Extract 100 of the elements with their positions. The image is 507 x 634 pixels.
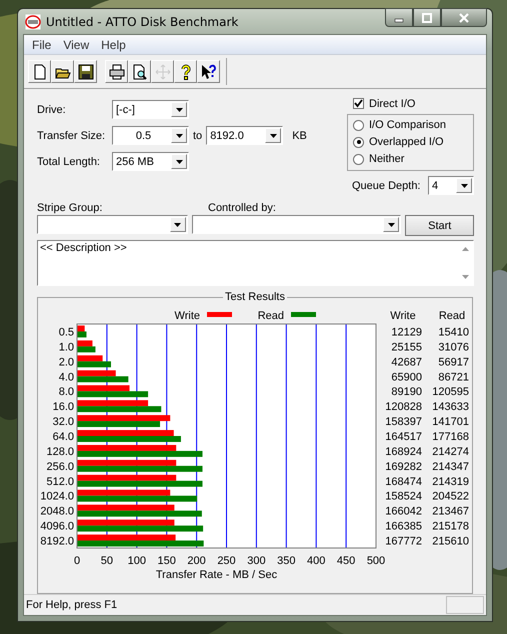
legend-label: Read: [258, 310, 284, 322]
field-label: Transfer Size:: [37, 130, 106, 142]
table-cell: 31076: [438, 341, 469, 354]
tool-open-button[interactable]: [51, 60, 74, 83]
io-mode-radio[interactable]: Neither: [353, 152, 473, 166]
io-mode-radio[interactable]: Overlapped I/O: [353, 135, 473, 149]
tick-label: 300: [247, 555, 266, 567]
axis-label: 128.0: [46, 446, 74, 458]
document-magnifier-icon: [132, 64, 148, 80]
axis-label: 0.5: [58, 326, 74, 338]
table-cell: 215610: [432, 536, 469, 548]
dropdown-arrow-icon[interactable]: [176, 134, 182, 138]
table-cell: 168924: [385, 446, 422, 458]
tool-save-button[interactable]: [74, 60, 97, 83]
drive-dropdown[interactable]: [-c-]: [112, 100, 189, 119]
axis-label: 8192.0: [40, 536, 74, 548]
dropdown-arrow-icon[interactable]: [270, 134, 277, 138]
field-label: Stripe Group:: [37, 202, 104, 214]
dropdown-arrow-icon[interactable]: [176, 160, 182, 164]
table-cell: 164517: [385, 431, 422, 443]
maximize-icon: [422, 12, 432, 22]
table-cell: 166042: [385, 506, 422, 518]
move-arrows-icon: [154, 64, 170, 80]
dropdown-arrow-icon[interactable]: [460, 184, 468, 188]
menu-item[interactable]: View: [57, 38, 96, 52]
axis-label: 4096.0: [40, 520, 74, 533]
axis-label: 2.0: [58, 356, 74, 368]
controlled-by-dropdown[interactable]: [192, 215, 402, 234]
tick-label: 250: [217, 555, 236, 567]
table-cell: 15410: [438, 326, 469, 338]
tick-label: 150: [158, 555, 176, 567]
menu-item[interactable]: File: [26, 38, 58, 52]
document-icon: [32, 64, 48, 80]
table-cell: 120595: [432, 386, 469, 398]
unit-label: KB: [292, 130, 307, 142]
transfer-from-dropdown[interactable]: 0.5: [112, 126, 189, 145]
close-icon: [459, 12, 469, 22]
table-cell: 56917: [438, 356, 469, 368]
printer-icon: [108, 64, 124, 80]
table-cell: 42687: [391, 356, 422, 368]
field-label: Controlled by:: [208, 202, 276, 214]
axis-label: 1024.0: [40, 490, 74, 503]
axis-label: 512.0: [46, 476, 74, 488]
close-button[interactable]: [441, 8, 487, 27]
axis-label: 256.0: [46, 460, 74, 473]
scroll-up-icon[interactable]: [462, 247, 468, 251]
minimize-button[interactable]: [385, 8, 413, 27]
start-button[interactable]: Start: [405, 215, 474, 236]
checkbox[interactable]: [353, 98, 364, 109]
tool-help-button[interactable]: [174, 60, 197, 83]
table-cell: 215178: [432, 520, 469, 533]
table-cell: 204522: [432, 490, 469, 503]
panel-title: Test Results: [223, 291, 287, 303]
tick-label: 500: [366, 555, 386, 567]
tool-print-button[interactable]: [105, 60, 128, 83]
axis-title: Transfer Rate - MB / Sec: [156, 569, 278, 581]
scroll-down-icon[interactable]: [462, 275, 468, 279]
tick-label: 400: [307, 555, 326, 567]
description-field[interactable]: << Description >>: [37, 240, 474, 286]
column-header: Write: [390, 310, 416, 322]
table-cell: 169282: [385, 460, 422, 473]
maximize-button[interactable]: [413, 8, 441, 27]
table-cell: 177168: [432, 431, 469, 443]
table-cell: 12129: [391, 326, 422, 338]
direct-io-checkbox[interactable]: Direct I/O: [347, 95, 474, 112]
dropdown-arrow-icon[interactable]: [176, 108, 182, 112]
tick-label: 50: [100, 555, 114, 567]
axis-label: 32.0: [52, 416, 74, 428]
dropdown-arrow-icon[interactable]: [388, 222, 395, 226]
field-label: Total Length:: [37, 156, 101, 168]
status-panel: [446, 596, 484, 614]
legend-label: Write: [174, 310, 200, 322]
tool-preview-button[interactable]: [128, 60, 151, 83]
tick-label: 350: [277, 555, 296, 567]
table-cell: 158397: [385, 416, 422, 428]
field-label: Queue Depth:: [352, 180, 422, 192]
tick-label: 450: [336, 555, 356, 567]
axis-label: 1.0: [58, 341, 74, 354]
transfer-to-dropdown[interactable]: 8192.0: [206, 126, 284, 145]
table-cell: 214319: [432, 476, 469, 488]
field-label: Drive:: [37, 104, 67, 116]
table-cell: 214274: [432, 446, 469, 458]
tool-new-button[interactable]: [28, 60, 51, 83]
tick-label: 0: [74, 555, 80, 567]
table-cell: 213467: [432, 506, 469, 518]
total-length-dropdown[interactable]: 256 MB: [112, 152, 189, 171]
axis-label: 16.0: [52, 401, 74, 414]
table-cell: 120828: [385, 401, 422, 414]
table-cell: 214347: [432, 460, 469, 473]
table-cell: 86721: [438, 371, 469, 384]
tool-context-help-button[interactable]: [197, 60, 220, 83]
to-label: to: [193, 130, 202, 142]
table-cell: 168474: [385, 476, 422, 488]
menu-item[interactable]: Help: [95, 38, 132, 52]
queue-depth-dropdown[interactable]: 4: [428, 176, 474, 195]
io-mode-radio[interactable]: I/O Comparison: [353, 118, 473, 132]
stripe-group-dropdown[interactable]: [37, 215, 188, 234]
dropdown-arrow-icon[interactable]: [174, 222, 182, 226]
axis-label: 4.0: [58, 371, 74, 384]
table-cell: 167772: [385, 536, 422, 548]
